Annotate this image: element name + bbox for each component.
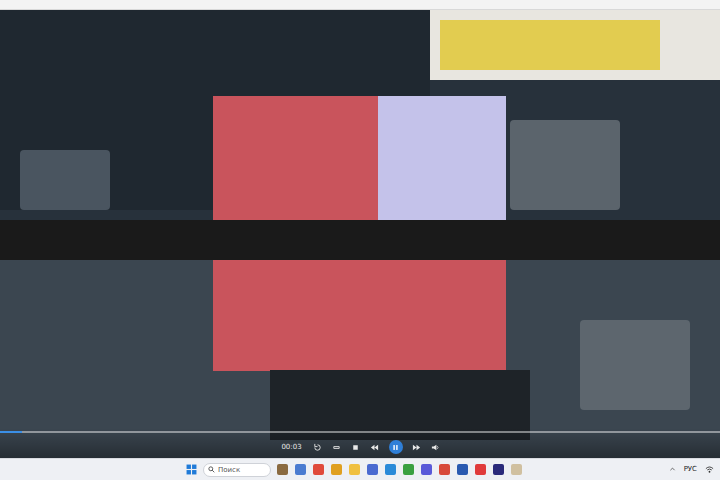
start-button[interactable]	[186, 464, 197, 475]
next-icon	[412, 443, 421, 452]
progress-fill	[0, 431, 22, 433]
stop-icon	[351, 443, 360, 452]
player-controls: 00:03	[0, 428, 720, 458]
next-button[interactable]	[412, 442, 422, 452]
app-icon[interactable]	[313, 464, 324, 475]
app-icon[interactable]	[511, 464, 522, 475]
replay-button[interactable]	[313, 442, 323, 452]
play-pause-button[interactable]	[389, 440, 403, 454]
repeat-icon	[332, 443, 341, 452]
search-icon	[208, 466, 215, 473]
app-icon[interactable]	[493, 464, 504, 475]
time-display: 00:03	[279, 443, 303, 452]
window-top-edge	[0, 0, 720, 10]
language-indicator[interactable]: РУС	[682, 465, 699, 474]
windows-icon	[186, 464, 197, 475]
video-frame[interactable]: 00:03	[0, 10, 720, 458]
app-icon[interactable]	[331, 464, 342, 475]
chevron-up-icon[interactable]	[669, 466, 676, 473]
previous-icon	[370, 443, 379, 452]
app-icon[interactable]	[385, 464, 396, 475]
stop-button[interactable]	[351, 442, 361, 452]
search-input[interactable]	[218, 466, 266, 474]
volume-icon	[431, 443, 440, 452]
app-icon[interactable]	[475, 464, 486, 475]
previous-button[interactable]	[370, 442, 380, 452]
replay-icon	[313, 443, 322, 452]
app-icon[interactable]	[439, 464, 450, 475]
app-icon[interactable]	[349, 464, 360, 475]
search-box[interactable]	[203, 463, 271, 477]
app-icon[interactable]	[457, 464, 468, 475]
volume-button[interactable]	[431, 442, 441, 452]
app-icon[interactable]	[367, 464, 378, 475]
pinned-apps	[277, 464, 522, 475]
app-icon[interactable]	[277, 464, 288, 475]
pause-icon	[392, 444, 399, 451]
app-icon[interactable]	[295, 464, 306, 475]
app-icon[interactable]	[421, 464, 432, 475]
wifi-icon[interactable]	[705, 465, 714, 474]
taskbar: РУС	[0, 458, 720, 480]
progress-track[interactable]	[0, 431, 720, 433]
app-icon[interactable]	[403, 464, 414, 475]
repeat-button[interactable]	[332, 442, 342, 452]
